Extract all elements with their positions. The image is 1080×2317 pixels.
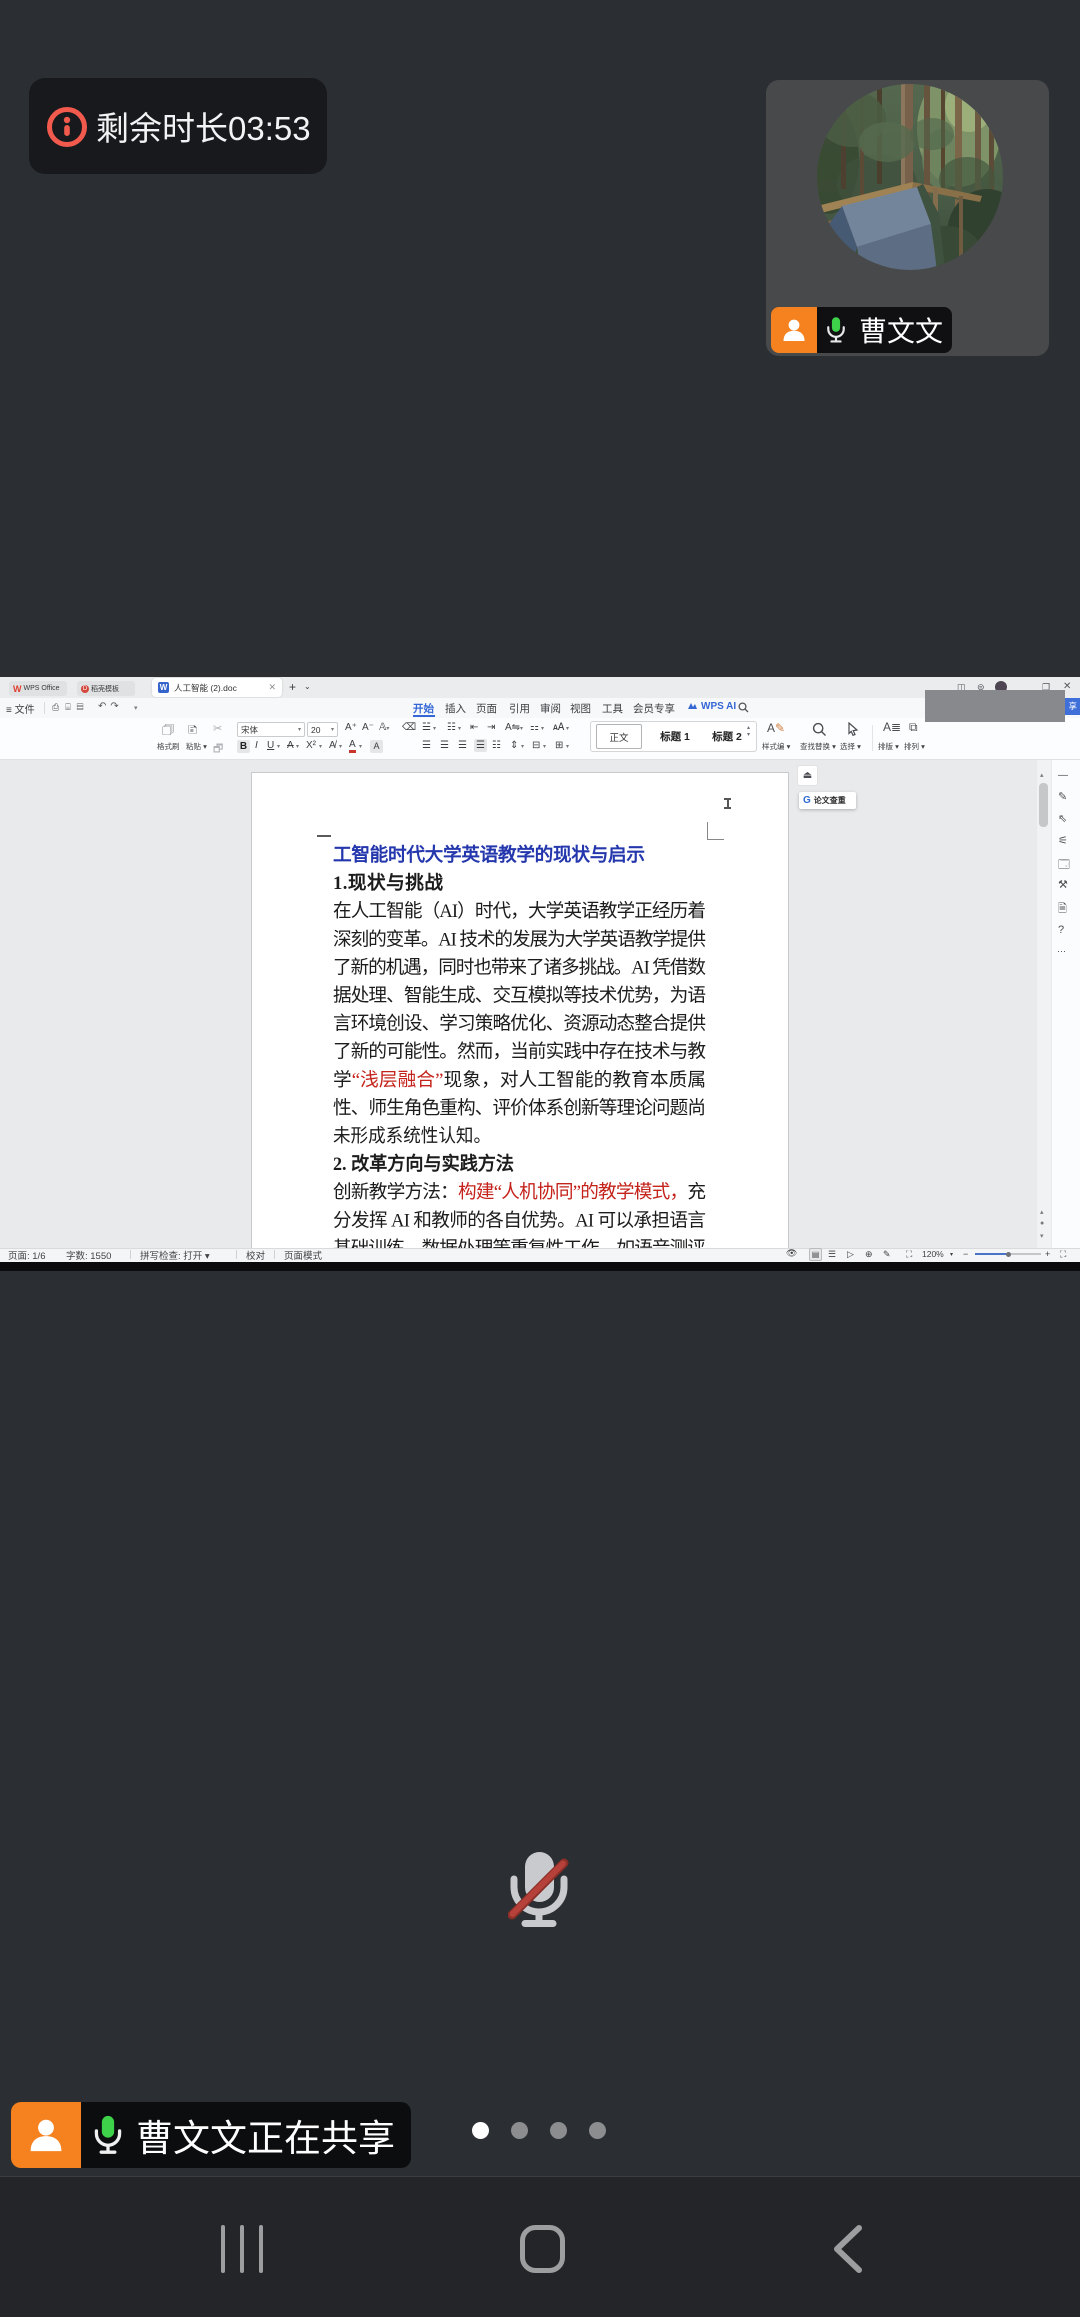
svg-text:基础训练、数据处理等重复性工作，如语音测评: 基础训练、数据处理等重复性工作，如语音测评 [333, 1238, 706, 1248]
svg-text:工智能时代大学英语教学的现状与启示: 工智能时代大学英语教学的现状与启示 [333, 844, 645, 866]
svg-text:据处理、智能生成、交互模拟等技术优势，为语: 据处理、智能生成、交互模拟等技术优势，为语 [333, 986, 706, 1007]
svg-text:创新教学方法：构建“人机协同”的教学模式，充: 创新教学方法：构建“人机协同”的教学模式，充 [333, 1182, 706, 1203]
svg-text:在人工智能（AI）时代，大学英语教学正经历着: 在人工智能（AI）时代，大学英语教学正经历着 [333, 901, 706, 922]
svg-text:未形成系统性认知。: 未形成系统性认知。 [333, 1126, 491, 1147]
svg-text:2. 改革方向与实践方法: 2. 改革方向与实践方法 [333, 1153, 514, 1175]
svg-text:分发挥 AI 和教师的各自优势。AI 可以承担语言: 分发挥 AI 和教师的各自优势。AI 可以承担语言 [333, 1210, 706, 1231]
svg-text:1.现状与挑战: 1.现状与挑战 [333, 872, 443, 894]
svg-text:学“浅层融合”现象，对人工智能的教育本质属: 学“浅层融合”现象，对人工智能的教育本质属 [333, 1070, 706, 1091]
svg-text:性、师生角色重构、评价体系创新等理论问题尚: 性、师生角色重构、评价体系创新等理论问题尚 [333, 1098, 706, 1119]
svg-text:了新的可能性。然而，当前实践中存在技术与教: 了新的可能性。然而，当前实践中存在技术与教 [333, 1042, 706, 1063]
svg-text:深刻的变革。AI 技术的发展为大学英语教学提供: 深刻的变革。AI 技术的发展为大学英语教学提供 [333, 929, 706, 950]
svg-text:言环境创设、学习策略优化、资源动态整合提供: 言环境创设、学习策略优化、资源动态整合提供 [333, 1014, 706, 1035]
svg-text:了新的机遇，同时也带来了诸多挑战。AI 凭借数: 了新的机遇，同时也带来了诸多挑战。AI 凭借数 [333, 957, 706, 978]
